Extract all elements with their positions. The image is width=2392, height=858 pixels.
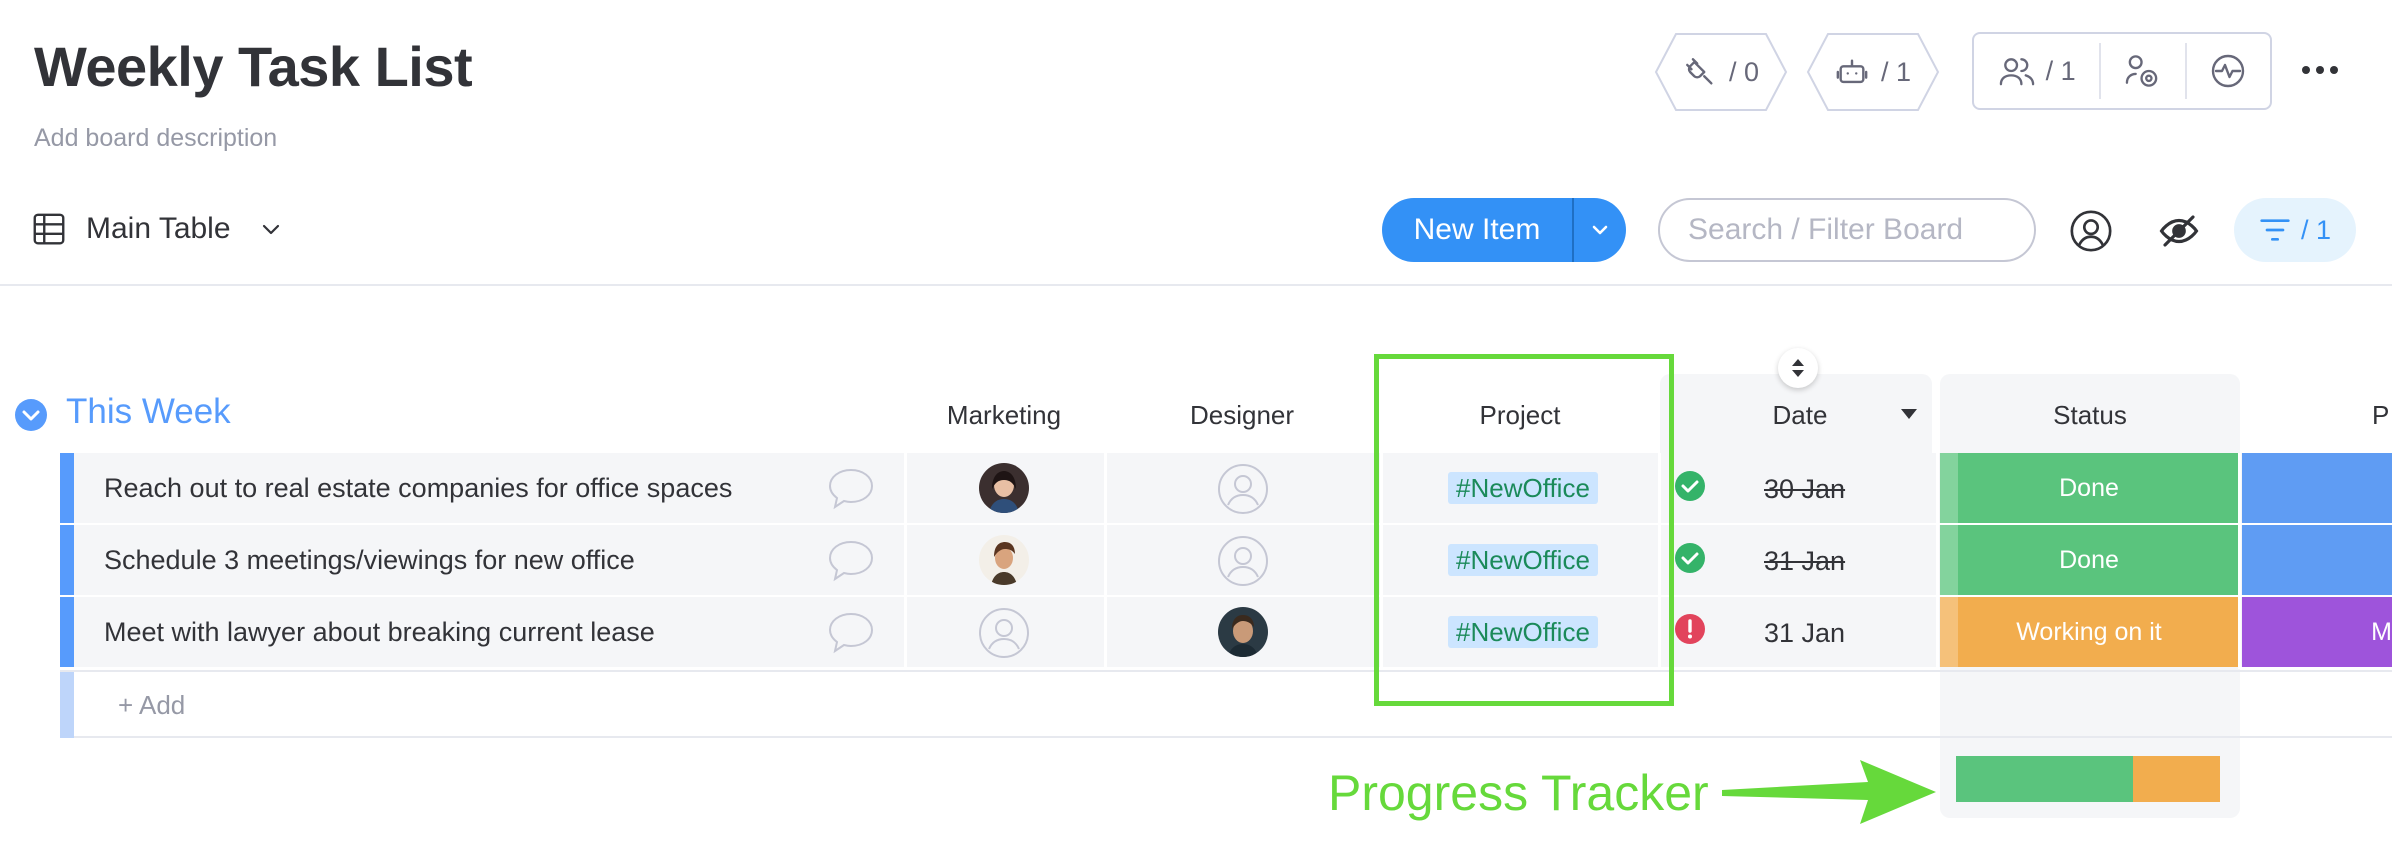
filter-button[interactable]: / 1: [2234, 198, 2356, 262]
people-icon: [1998, 54, 2036, 88]
members-button[interactable]: / 1: [1974, 34, 2099, 108]
priority-cell[interactable]: M: [2242, 597, 2392, 667]
avatar[interactable]: [1218, 607, 1268, 657]
comment-bubble-icon[interactable]: [826, 466, 876, 510]
date-column-menu-icon[interactable]: [1900, 408, 1918, 420]
hide-columns-icon[interactable]: [2158, 210, 2200, 252]
activity-button[interactable]: [2187, 34, 2270, 108]
status-cell-working[interactable]: Working on it: [1940, 597, 2238, 667]
comment-bubble-icon[interactable]: [826, 538, 876, 582]
date-value[interactable]: 31 Jan: [1764, 618, 1845, 649]
check-circle-icon: [1674, 542, 1706, 574]
new-item-dropdown-icon[interactable]: [1574, 222, 1626, 238]
toolbar-divider: [0, 284, 2392, 286]
task-name[interactable]: Schedule 3 meetings/viewings for new off…: [104, 545, 635, 576]
progress-done-segment: [1956, 756, 2133, 802]
board-title[interactable]: Weekly Task List: [34, 34, 473, 99]
empty-person-icon[interactable]: [1217, 535, 1269, 587]
chevron-down-icon[interactable]: [258, 220, 284, 240]
sort-icon[interactable]: [1778, 348, 1818, 388]
activity-icon: [2210, 53, 2246, 89]
status-label: Done: [2059, 545, 2119, 574]
priority-cell[interactable]: [2242, 453, 2392, 523]
person-filter-icon[interactable]: [2068, 208, 2114, 254]
more-options-icon[interactable]: [2300, 58, 2340, 82]
members-count: / 1: [2045, 55, 2076, 86]
plug-icon: [1683, 55, 1717, 89]
group-collapse-icon[interactable]: [14, 398, 48, 432]
status-label: Working on it: [2016, 617, 2162, 646]
row-divider: [60, 523, 2392, 525]
view-selector-label[interactable]: Main Table: [86, 212, 231, 246]
avatar[interactable]: [979, 535, 1029, 585]
status-fold: [1940, 525, 1958, 595]
filter-icon: [2259, 216, 2291, 244]
robot-icon: [1835, 55, 1869, 89]
automations-button[interactable]: / 1: [1806, 32, 1940, 112]
integrations-button[interactable]: / 0: [1654, 32, 1788, 112]
status-fold: [1940, 597, 1958, 667]
cell-separator: [1104, 453, 1107, 669]
date-value[interactable]: 30 Jan: [1764, 474, 1845, 505]
comment-bubble-icon[interactable]: [826, 610, 876, 654]
avatar[interactable]: [979, 463, 1029, 513]
cell-separator: [2238, 453, 2241, 669]
add-item-label[interactable]: + Add: [118, 690, 185, 721]
check-circle-icon: [1674, 470, 1706, 502]
status-cell-done[interactable]: Done: [1940, 525, 2238, 595]
empty-person-icon[interactable]: [978, 607, 1030, 659]
row-divider: [60, 595, 2392, 597]
task-name[interactable]: Reach out to real estate companies for o…: [104, 473, 732, 504]
progress-working-segment: [2133, 756, 2220, 802]
progress-tracker-bar[interactable]: [1956, 756, 2220, 802]
cell-separator: [1936, 453, 1939, 669]
column-header-date[interactable]: Date: [1700, 400, 1900, 431]
row-color-bar: [60, 453, 74, 523]
column-header-status[interactable]: Status: [1940, 400, 2240, 431]
priority-cell[interactable]: [2242, 525, 2392, 595]
add-row-color-bar: [60, 672, 74, 738]
row-color-bar: [60, 525, 74, 595]
board-description[interactable]: Add board description: [34, 124, 277, 153]
guest-eye-icon: [2124, 53, 2162, 89]
integrations-count: / 0: [1728, 56, 1760, 87]
empty-person-icon[interactable]: [1217, 463, 1269, 515]
new-item-button[interactable]: New Item: [1382, 198, 1626, 262]
arrow-right-icon: [1718, 756, 1940, 828]
board-members-panel: / 1: [1972, 32, 2272, 110]
cell-separator: [904, 453, 907, 669]
group-title[interactable]: This Week: [66, 392, 231, 432]
add-item-row[interactable]: [60, 670, 2392, 738]
row-color-bar: [60, 597, 74, 667]
column-header-partial[interactable]: P: [2372, 400, 2392, 431]
column-header-designer[interactable]: Designer: [1104, 400, 1380, 431]
search-filter-input[interactable]: [1658, 198, 2036, 262]
table-view-icon: [30, 210, 68, 248]
filter-count: / 1: [2300, 214, 2332, 245]
automations-count: / 1: [1880, 56, 1912, 87]
date-value[interactable]: 31 Jan: [1764, 546, 1845, 577]
task-name[interactable]: Meet with lawyer about breaking current …: [104, 617, 655, 648]
status-fold: [1940, 453, 1958, 523]
progress-tracker-annotation: Progress Tracker: [1328, 765, 1709, 821]
project-column-highlight: [1374, 354, 1674, 706]
alert-circle-icon: [1674, 613, 1706, 645]
guest-access-button[interactable]: [2101, 34, 2184, 108]
column-header-marketing[interactable]: Marketing: [904, 400, 1104, 431]
priority-label: M: [2371, 617, 2392, 646]
status-cell-done[interactable]: Done: [1940, 453, 2238, 523]
status-label: Done: [2059, 473, 2119, 502]
new-item-label[interactable]: New Item: [1382, 213, 1572, 247]
